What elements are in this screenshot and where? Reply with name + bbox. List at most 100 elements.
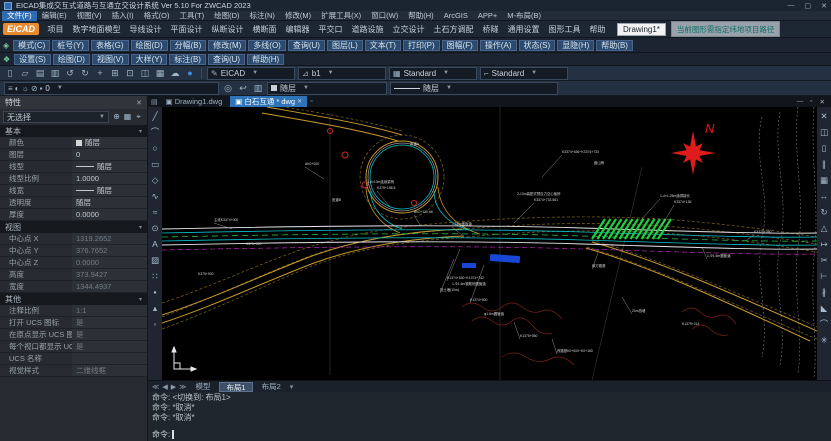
eicad-menu-item[interactable]: 平面设计 bbox=[166, 24, 207, 35]
eicad-menu-item[interactable]: 导线设计 bbox=[125, 24, 166, 35]
property-value[interactable]: 1344.4937 bbox=[72, 281, 147, 292]
revision-cloud-icon[interactable]: ☁ bbox=[169, 67, 181, 80]
eicad-menu-item[interactable]: 通用设置 bbox=[503, 24, 544, 35]
toolbar-tab[interactable]: 文本(T) bbox=[365, 40, 401, 51]
eicad-menu-item[interactable]: 土石方调配 bbox=[429, 24, 478, 35]
property-value[interactable]: 随层 bbox=[72, 161, 147, 172]
layout-tab-布局2[interactable]: 布局2 bbox=[256, 382, 287, 392]
prev-layout-icon[interactable]: ◀ bbox=[162, 383, 167, 391]
spline-icon[interactable]: ≈ bbox=[153, 205, 158, 220]
mirror-icon[interactable]: ▯ bbox=[822, 141, 827, 156]
menu-item[interactable]: 扩展工具(X) bbox=[316, 11, 366, 21]
property-value[interactable]: 是 bbox=[72, 341, 147, 352]
menu-item[interactable]: 帮助(H) bbox=[403, 11, 438, 21]
rectangle-icon[interactable]: ▭ bbox=[151, 157, 159, 172]
eicad-menu-item[interactable]: 项目 bbox=[43, 24, 68, 35]
property-value[interactable]: 0.0000 bbox=[72, 209, 147, 220]
text-icon[interactable]: A bbox=[152, 237, 158, 252]
layer-lock-icon[interactable]: ⊘ bbox=[31, 84, 38, 93]
layer-manager-icon[interactable]: ≡ bbox=[8, 84, 13, 93]
zoom-extents-icon[interactable]: ⊡ bbox=[124, 67, 136, 80]
text-style-select[interactable]: ✎ EICAD ▼ bbox=[207, 67, 295, 80]
menu-item[interactable]: 绘图(D) bbox=[209, 11, 244, 21]
fillet-icon[interactable]: ⌒ bbox=[820, 317, 829, 332]
doc-menu-icon[interactable]: ▤ bbox=[151, 98, 158, 106]
extend-icon[interactable]: ⊢ bbox=[820, 269, 827, 284]
menu-item[interactable]: 文件(F) bbox=[2, 11, 37, 21]
eicad-menu-item[interactable]: 纵断设计 bbox=[207, 24, 248, 35]
tab-close-icon[interactable]: ✕ bbox=[297, 98, 302, 105]
point-icon[interactable]: ∷ bbox=[152, 269, 157, 284]
property-value[interactable]: 1.0000 bbox=[72, 173, 147, 184]
close-button[interactable]: ✕ bbox=[821, 2, 827, 10]
redo-icon[interactable]: ↻ bbox=[79, 67, 91, 80]
layer-properties-icon[interactable]: ▥ bbox=[252, 82, 264, 95]
palette-section-header[interactable]: 其他▾ bbox=[0, 293, 147, 305]
make-object-layer-current-icon[interactable]: ◎ bbox=[222, 82, 234, 95]
menu-item[interactable]: 插入(I) bbox=[107, 11, 139, 21]
menu-item[interactable]: 标注(N) bbox=[245, 11, 280, 21]
trim-icon[interactable]: ✂ bbox=[820, 253, 827, 268]
dim-style-select[interactable]: ⊿ b1 ▼ bbox=[298, 67, 386, 80]
property-value[interactable]: 随层 bbox=[72, 185, 147, 196]
last-layout-icon[interactable]: ≫ bbox=[179, 383, 186, 391]
toolbar-tab[interactable]: 桩号(Y) bbox=[52, 40, 89, 51]
new-file-icon[interactable]: ▯ bbox=[4, 67, 16, 80]
hatch-icon[interactable]: ▨ bbox=[151, 253, 159, 268]
region-icon[interactable]: ◦ bbox=[153, 317, 156, 332]
layout-list-icon[interactable]: ▾ bbox=[290, 383, 294, 391]
menu-item[interactable]: ArcGIS bbox=[439, 11, 473, 21]
property-value[interactable]: 1319.2652 bbox=[72, 233, 147, 244]
toolbar-tab[interactable]: 设置(S) bbox=[14, 54, 51, 65]
break-icon[interactable]: ∦ bbox=[822, 285, 826, 300]
menu-item[interactable]: 格式(O) bbox=[139, 11, 175, 21]
document-tab[interactable]: ▣白石互通* dwg✕ bbox=[230, 96, 307, 107]
menu-item[interactable]: 窗口(W) bbox=[366, 11, 403, 21]
toolbar-tab[interactable]: 帮助(H) bbox=[247, 54, 284, 65]
eicad-menu-item[interactable]: 桥隧 bbox=[478, 24, 503, 35]
toolbar-tab[interactable]: 绘图(D) bbox=[131, 40, 168, 51]
array-icon[interactable]: ▦ bbox=[820, 173, 828, 188]
circle-icon[interactable]: ○ bbox=[152, 141, 157, 156]
menu-item[interactable]: APP+ bbox=[473, 11, 502, 21]
menu-item[interactable]: 编辑(E) bbox=[37, 11, 72, 21]
pan-icon[interactable]: + bbox=[94, 67, 106, 80]
property-value[interactable]: 是 bbox=[72, 329, 147, 340]
undo-icon[interactable]: ↺ bbox=[64, 67, 76, 80]
project-notice-button[interactable]: 当前图形需指定纬地项目路径 bbox=[671, 21, 781, 37]
donut-icon[interactable]: ⊙ bbox=[151, 221, 158, 236]
plot-icon[interactable]: ▥ bbox=[49, 67, 61, 80]
command-window[interactable]: 命令: <切换到: 布局1>命令: *取消*命令: *取消*命令: bbox=[148, 392, 831, 441]
layer-on-icon[interactable]: ◐ bbox=[15, 84, 20, 93]
eicad-menu-item[interactable]: 帮助 bbox=[585, 24, 610, 35]
explode-icon[interactable]: ✳ bbox=[820, 333, 827, 348]
render-icon[interactable]: ● bbox=[184, 67, 196, 80]
toolbar-tab[interactable]: 多线(O) bbox=[248, 40, 286, 51]
layer-select[interactable]: ≡◐☼⊘▪ 0 ▼ bbox=[4, 82, 219, 95]
mleader-style-select[interactable]: ⌐ Standard ▼ bbox=[480, 67, 568, 80]
toolbar-tab[interactable]: 帮助(B) bbox=[596, 40, 633, 51]
doc-close-icon[interactable]: ✕ bbox=[820, 98, 825, 106]
property-value[interactable] bbox=[72, 353, 147, 364]
toolbar-tab[interactable]: 图幅(F) bbox=[442, 40, 478, 51]
layout-tab-布局1[interactable]: 布局1 bbox=[219, 382, 252, 392]
polygon-icon[interactable]: ◇ bbox=[152, 173, 159, 188]
doc-restore-icon[interactable]: ▫ bbox=[810, 98, 812, 106]
menu-item[interactable]: M-布局(B) bbox=[502, 11, 546, 21]
toolbar-tab[interactable]: 视图(V) bbox=[92, 54, 129, 65]
toolbar-tab[interactable]: 打印(P) bbox=[403, 40, 440, 51]
linetype-select[interactable]: 随层 ▼ bbox=[390, 82, 558, 95]
polyline-icon[interactable]: ∿ bbox=[151, 189, 158, 204]
toolbar-tab[interactable]: 操作(A) bbox=[480, 40, 517, 51]
property-value[interactable]: 373.9427 bbox=[72, 269, 147, 280]
toolbar-tab[interactable]: 修改(M) bbox=[208, 40, 246, 51]
drawing-canvas[interactable]: K3374+636~K3374+733盘山桥2-13m装配式预应力空心板桥K33… bbox=[162, 107, 817, 380]
palette-section-header[interactable]: 基本▾ bbox=[0, 125, 147, 137]
toolbar-tab[interactable]: 图层(L) bbox=[327, 40, 363, 51]
line-icon[interactable]: ╱ bbox=[152, 109, 157, 124]
menu-item[interactable]: 视图(V) bbox=[72, 11, 107, 21]
property-value[interactable]: 随层 bbox=[72, 137, 147, 148]
palette-section-header[interactable]: 视图▾ bbox=[0, 221, 147, 233]
offset-icon[interactable]: ∥ bbox=[822, 157, 826, 172]
toolbar-tab[interactable]: 标注(B) bbox=[169, 54, 206, 65]
